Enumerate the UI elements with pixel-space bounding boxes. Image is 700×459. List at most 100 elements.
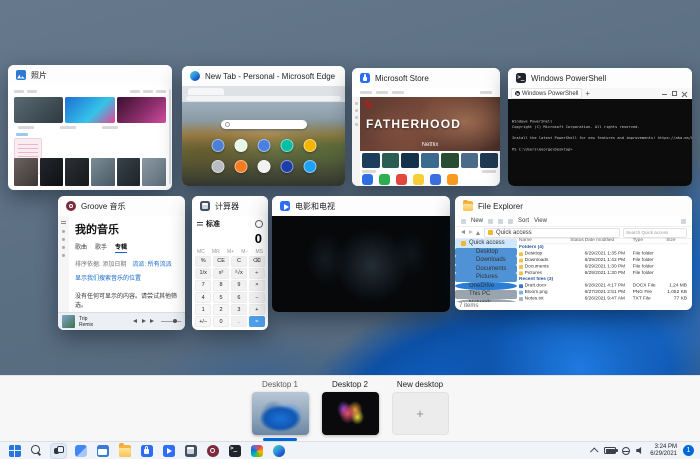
calculator-app-icon[interactable]	[182, 443, 199, 459]
column-header[interactable]: Name	[519, 238, 570, 243]
calculator-key[interactable]: 2	[213, 304, 229, 315]
memory-key[interactable]: MR	[212, 249, 220, 255]
calculator-key[interactable]: =	[249, 316, 265, 327]
edge-app-icon[interactable]	[270, 443, 287, 459]
table-row[interactable]: Bloom.png 6/27/2021 2:51 PM PNG File 1,0…	[519, 289, 689, 295]
sort-button[interactable]: Sort	[518, 218, 529, 224]
memory-key[interactable]: M−	[241, 249, 248, 255]
table-row[interactable]: Draft.docx 6/28/2021 4:17 PM DOCX File 1…	[519, 283, 689, 289]
memory-key[interactable]: MS	[256, 249, 264, 255]
window-calculator[interactable]: 计算器 标准 0 MCMRM+M−MS %CEC⌫1/xx²²√x÷789×45…	[192, 196, 268, 330]
groove-tab[interactable]: 歌手	[95, 242, 107, 253]
calculator-key[interactable]: .	[231, 316, 247, 327]
music-folder-link[interactable]: 显示我们搜索音乐的位置	[75, 273, 181, 282]
clock[interactable]: 3:24 PM 6/29/2021	[650, 444, 677, 458]
genre-filter[interactable]: 流派: 所有流派	[132, 259, 171, 268]
media-tile[interactable]	[382, 153, 400, 168]
breadcrumb[interactable]: Quick access	[484, 228, 620, 238]
battery-icon[interactable]	[604, 447, 616, 454]
calculator-key[interactable]: x²	[213, 268, 229, 279]
media-tile[interactable]	[362, 153, 380, 168]
calculator-key[interactable]: ⌫	[249, 256, 265, 267]
scrollbar[interactable]	[169, 89, 171, 184]
sidebar-item[interactable]: This PC	[455, 290, 517, 299]
notification-badge[interactable]: 1	[683, 445, 694, 456]
calculator-key[interactable]: 1	[195, 304, 211, 315]
maximize-icon[interactable]	[672, 91, 677, 96]
window-movies-tv[interactable]: 电影和电视	[272, 196, 450, 312]
sidebar-item[interactable]: Downloads	[455, 256, 517, 265]
site-shortcut[interactable]	[303, 160, 316, 173]
settings-icon[interactable]	[62, 254, 65, 257]
hidden-icons-chevron-icon[interactable]	[590, 447, 598, 455]
site-shortcut[interactable]	[280, 139, 293, 152]
start-button[interactable]	[6, 443, 23, 459]
sidebar-item[interactable]: Documents	[455, 265, 517, 274]
back-icon[interactable]	[460, 230, 465, 235]
sidebar-item[interactable]: Quick access	[455, 239, 517, 248]
search-button[interactable]	[28, 443, 45, 459]
store-app-tile[interactable]	[379, 174, 390, 185]
forward-icon[interactable]	[468, 230, 473, 235]
photo-thumbnail[interactable]	[65, 97, 114, 123]
desktop-thumbnail[interactable]: +	[392, 392, 449, 435]
sidebar-item[interactable]: Pictures	[455, 273, 517, 282]
calculator-key[interactable]: 9	[231, 280, 247, 291]
site-shortcut[interactable]	[257, 139, 270, 152]
minimize-icon[interactable]	[662, 91, 667, 96]
volume-slider[interactable]	[161, 321, 181, 322]
terminal-app-icon[interactable]	[226, 443, 243, 459]
media-tile[interactable]	[421, 153, 439, 168]
media-tile[interactable]	[480, 153, 498, 168]
calculator-key[interactable]: 5	[213, 292, 229, 303]
photo-thumbnail[interactable]	[14, 158, 38, 186]
movies-tv-app-icon[interactable]	[160, 443, 177, 459]
new-button[interactable]: New	[471, 218, 483, 224]
widgets-button[interactable]	[72, 443, 89, 459]
calculator-key[interactable]: +/−	[195, 316, 211, 327]
calculator-key[interactable]: ²√x	[231, 268, 247, 279]
sidebar-item[interactable]: Desktop	[455, 248, 517, 257]
media-tile[interactable]	[401, 153, 419, 168]
site-shortcut[interactable]	[234, 160, 247, 173]
explorer-search-input[interactable]: Search Quick access	[623, 228, 687, 238]
store-hero-banner[interactable]: N FATHERHOOD Netflix	[360, 97, 500, 151]
copy-icon[interactable]	[498, 219, 503, 224]
desktop-thumbnail[interactable]	[322, 392, 379, 435]
sidebar-item[interactable]: Network	[455, 299, 517, 303]
table-row[interactable]: Documents 6/29/2021 1:30 PM File folder	[519, 263, 689, 269]
microsoft-store-app-icon[interactable]	[138, 443, 155, 459]
cut-icon[interactable]	[488, 219, 493, 224]
close-icon[interactable]	[682, 91, 687, 96]
paste-icon[interactable]	[508, 219, 513, 224]
photo-thumbnail[interactable]	[117, 97, 166, 123]
window-store[interactable]: Microsoft Store N FATHERHOOD Netflix	[352, 68, 500, 186]
store-app-tile[interactable]	[362, 174, 373, 185]
table-row[interactable]: Notes.txt 6/26/2021 9:47 AM TXT File 77 …	[519, 295, 689, 301]
browser-tab[interactable]	[188, 88, 224, 95]
calculator-key[interactable]: 8	[213, 280, 229, 291]
calculator-key[interactable]: 7	[195, 280, 211, 291]
volume-icon[interactable]	[636, 447, 644, 455]
calculator-key[interactable]: 0	[213, 316, 229, 327]
previous-icon[interactable]	[132, 319, 137, 324]
window-photos[interactable]: 照片	[8, 65, 172, 190]
desktop-tile[interactable]: Desktop 1	[251, 380, 309, 435]
photo-thumbnail[interactable]	[40, 158, 64, 186]
view-button[interactable]: View	[534, 218, 547, 224]
sort-label[interactable]: 排序依据: 添加日期	[75, 259, 126, 268]
site-shortcut[interactable]	[211, 160, 224, 173]
calendar-app-icon[interactable]	[94, 443, 111, 459]
site-shortcut[interactable]	[211, 139, 224, 152]
address-bar[interactable]	[186, 96, 341, 101]
store-app-tile[interactable]	[430, 174, 441, 185]
sidebar-item[interactable]: OneDrive	[455, 282, 517, 291]
groove-tab[interactable]: 专辑	[115, 242, 127, 253]
store-app-tile[interactable]	[396, 174, 407, 185]
groove-app-icon[interactable]	[204, 443, 221, 459]
column-header[interactable]: Size	[666, 238, 688, 243]
groove-tab[interactable]: 歌曲	[75, 242, 87, 253]
media-tile[interactable]	[461, 153, 479, 168]
column-header[interactable]: Date modified	[585, 238, 633, 243]
table-row[interactable]: Desktop 6/29/2021 1:35 PM File folder	[519, 251, 689, 257]
